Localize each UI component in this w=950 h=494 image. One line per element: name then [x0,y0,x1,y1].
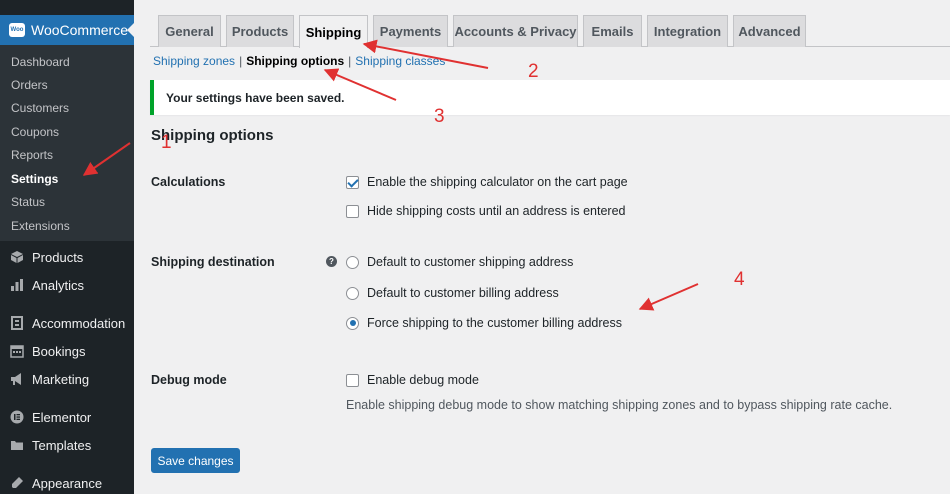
submenu-reports[interactable]: Reports [11,148,53,162]
admin-sidebar: Woo WooCommerce Dashboard Orders Custome… [0,0,134,494]
tab-advanced[interactable]: Advanced [733,15,806,47]
woocommerce-submenu: Dashboard Orders Customers Coupons Repor… [0,45,134,241]
tab-general[interactable]: General [158,15,221,47]
menu-elementor[interactable]: Elementor [0,404,134,430]
destination-force-billing-option[interactable]: Force shipping to the customer billing a… [346,316,622,330]
submenu-dashboard[interactable]: Dashboard [11,55,70,69]
active-menu-caret [127,23,134,37]
menu-appearance-label: Appearance [32,475,103,491]
shipping-subnav: Shipping zones | Shipping options | Shipping… [153,54,445,68]
submenu-customers[interactable]: Customers [11,101,69,115]
debug-mode-description: Enable shipping debug mode to show match… [346,398,893,412]
bookings-icon [9,343,25,359]
debug-mode-checkbox-label: Enable debug mode [367,373,479,387]
annotation-arrow-4 [638,283,699,311]
settings-tab-bar: General Products Shipping Payments Accou… [150,0,950,48]
elementor-icon [9,409,25,425]
subnav-separator: | [348,54,352,68]
calculations-label: Calculations [151,175,226,189]
annotation-number-2: 2 [528,61,539,82]
annotation-number-4: 4 [734,269,745,290]
marketing-icon [9,371,25,387]
hide-costs-checkbox[interactable] [346,204,359,218]
menu-analytics[interactable]: Analytics [0,272,134,298]
save-changes-button[interactable]: Save changes [151,448,240,473]
submenu-coupons[interactable]: Coupons [11,125,59,139]
menu-accommodation[interactable]: Accommodation [0,310,134,336]
products-icon [9,249,25,265]
shipping-calculator-option[interactable]: Enable the shipping calculator on the ca… [346,175,628,189]
tab-emails[interactable]: Emails [583,15,642,47]
shipping-calculator-checkbox[interactable] [346,175,359,189]
submenu-extensions[interactable]: Extensions [11,219,70,233]
destination-shipping-label: Default to customer shipping address [367,255,574,269]
destination-billing-radio[interactable] [346,286,359,300]
settings-saved-notice: Your settings have been saved. [150,80,950,115]
menu-elementor-label: Elementor [32,409,92,425]
debug-mode-option[interactable]: Enable debug mode [346,373,479,387]
tab-products[interactable]: Products [226,15,294,47]
destination-shipping-radio[interactable] [346,255,359,269]
accommodation-icon [9,315,25,331]
woocommerce-menu-label: WooCommerce [31,22,128,38]
templates-icon [9,437,25,453]
tab-accounts-privacy[interactable]: Accounts & Privacy [453,15,578,47]
menu-marketing[interactable]: Marketing [0,366,134,392]
link-shipping-zones[interactable]: Shipping zones [153,54,235,68]
annotation-number-3: 3 [434,106,445,127]
link-shipping-classes[interactable]: Shipping classes [355,54,445,68]
menu-bookings[interactable]: Bookings [0,338,134,364]
menu-products-label: Products [32,249,84,265]
destination-shipping-option[interactable]: Default to customer shipping address [346,255,573,269]
hide-costs-option[interactable]: Hide shipping costs until an address is … [346,204,625,218]
help-tip-icon[interactable]: ? [326,256,337,267]
appearance-icon [9,475,25,491]
woocommerce-menu[interactable]: Woo WooCommerce [0,15,134,45]
menu-accommodation-label: Accommodation [32,315,126,331]
submenu-orders[interactable]: Orders [11,78,48,92]
menu-bookings-label: Bookings [32,343,86,359]
shipping-destination-label: Shipping destination [151,255,275,269]
subnav-separator: | [239,54,243,68]
menu-templates[interactable]: Templates [0,432,134,458]
destination-force-billing-label: Force shipping to the customer billing a… [367,316,622,330]
analytics-icon [9,277,25,293]
hide-costs-label: Hide shipping costs until an address is … [367,204,626,218]
notice-text: Your settings have been saved. [166,90,345,105]
shipping-calculator-label: Enable the shipping calculator on the ca… [367,175,628,189]
tab-payments[interactable]: Payments [373,15,448,47]
woocommerce-logo-icon: Woo [9,23,25,37]
annotation-overlay [82,39,699,311]
destination-force-billing-radio[interactable] [346,316,359,330]
annotation-number-1: 1 [161,132,172,153]
destination-billing-label: Default to customer billing address [367,286,559,300]
submenu-status[interactable]: Status [11,195,45,209]
destination-billing-option[interactable]: Default to customer billing address [346,286,559,300]
menu-products[interactable]: Products [0,244,134,270]
menu-marketing-label: Marketing [32,371,90,387]
debug-mode-checkbox[interactable] [346,373,359,387]
menu-templates-label: Templates [32,437,92,453]
menu-analytics-label: Analytics [32,277,85,293]
submenu-settings[interactable]: Settings [11,172,58,186]
menu-appearance[interactable]: Appearance [0,470,134,494]
link-shipping-options[interactable]: Shipping options [246,54,344,68]
debug-mode-label: Debug mode [151,373,227,387]
tab-shipping[interactable]: Shipping [299,15,368,48]
tab-integration[interactable]: Integration [647,15,728,47]
